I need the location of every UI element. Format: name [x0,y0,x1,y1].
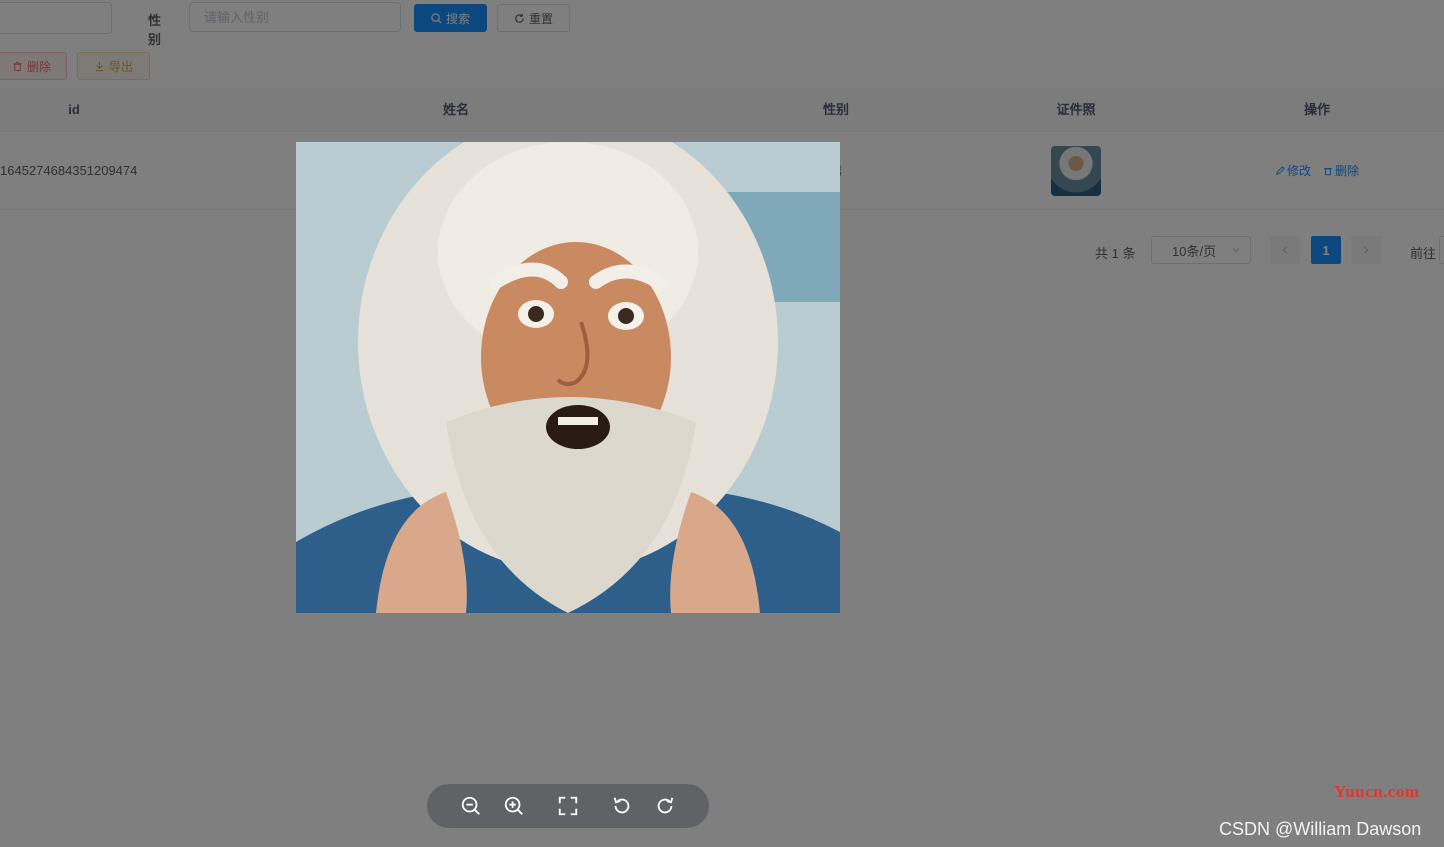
site-watermark: Yuucn.com [1334,782,1420,801]
rotate-left-icon [613,797,629,814]
rotate-left-button[interactable] [608,792,636,820]
image-viewer-toolbar [427,784,709,828]
old-man-portrait [296,142,840,613]
fullscreen-button[interactable] [554,792,582,820]
rotate-right-icon [657,797,674,814]
page: 性别 搜索 重置 删除 导出 id 姓名 性别 证件照 操作 164527468… [0,0,1444,847]
rotate-right-button[interactable] [651,792,679,820]
preview-image [296,142,840,613]
zoom-in-button[interactable] [500,792,528,820]
zoom-in-icon [505,796,524,815]
zoom-out-button[interactable] [457,792,485,820]
fullscreen-icon [558,796,578,816]
zoom-out-icon [461,796,480,815]
author-watermark: CSDN @William Dawson [1219,819,1422,839]
